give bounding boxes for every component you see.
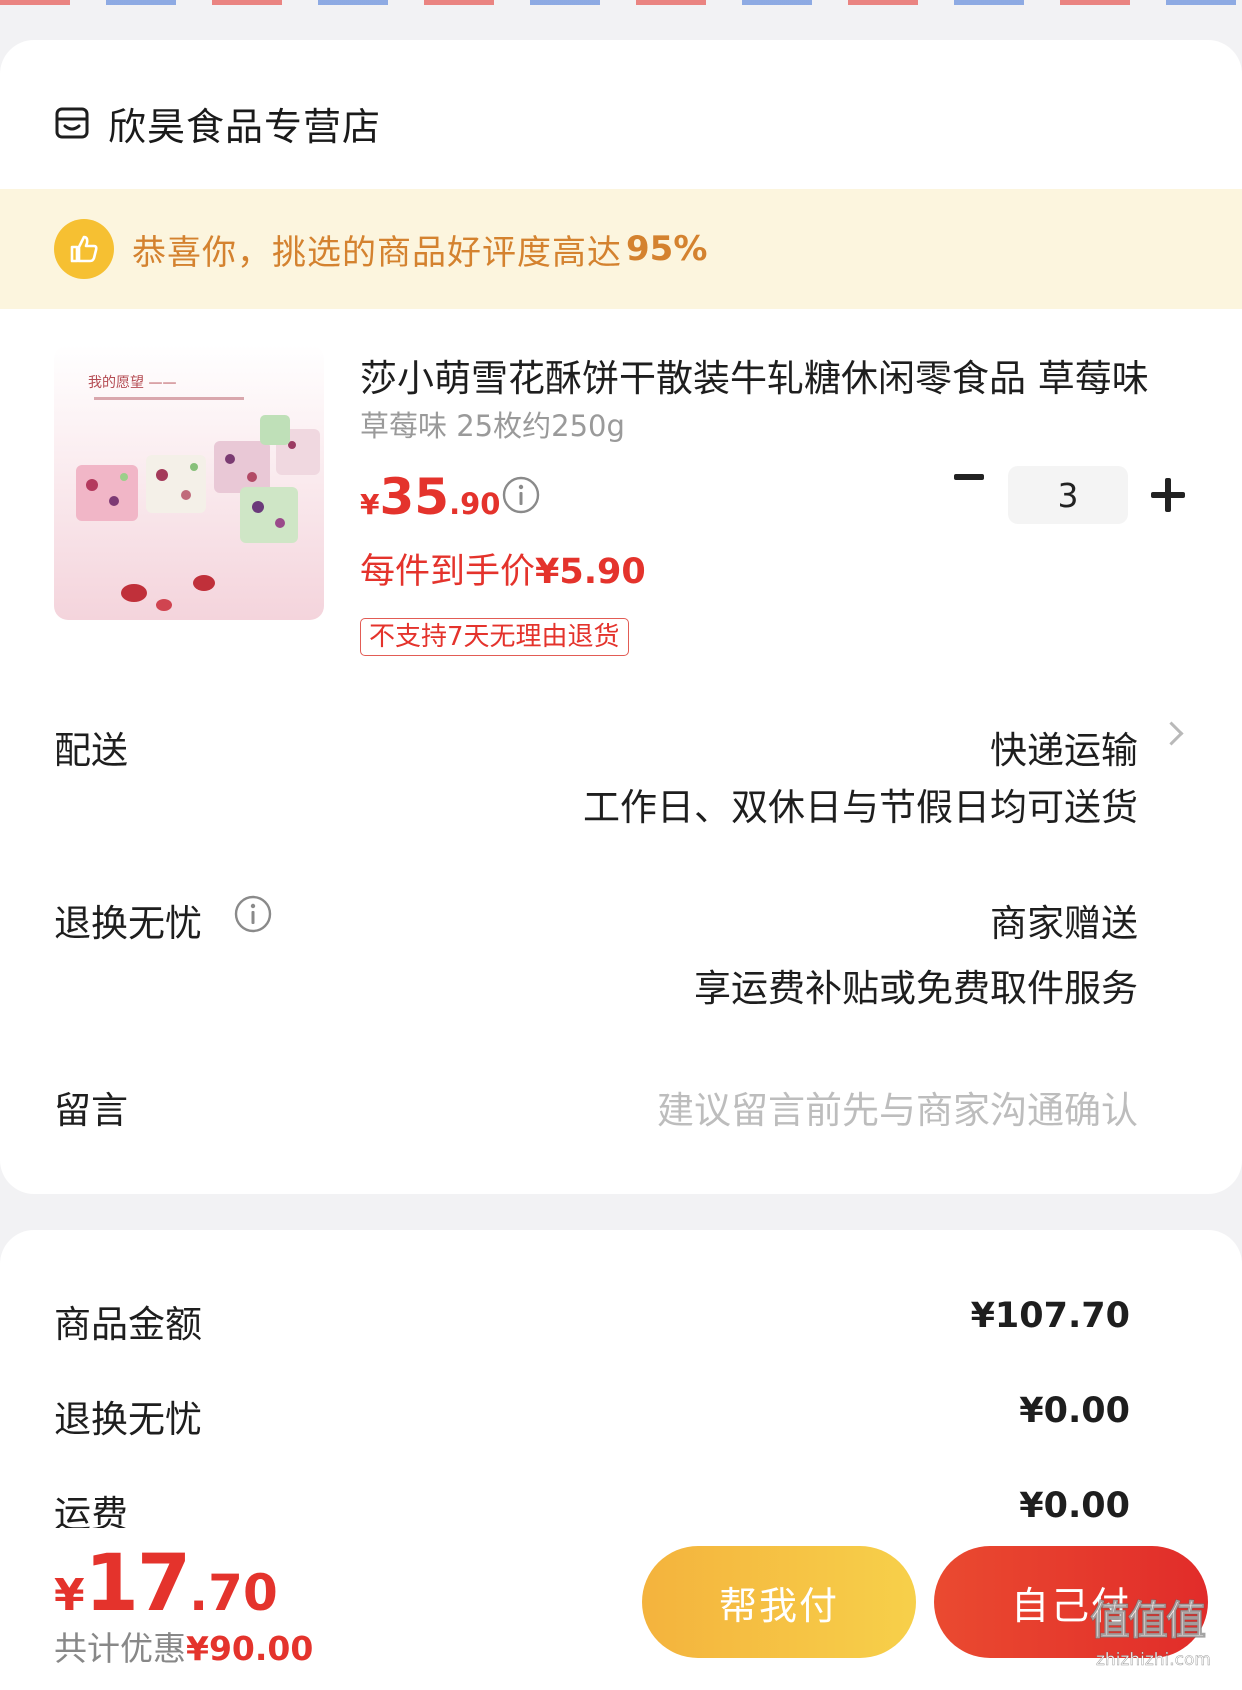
- watermark-url: zhizhizhi.com: [1096, 1650, 1211, 1671]
- total-integer: 17: [84, 1539, 192, 1629]
- summary-value-return: ¥0.00: [1019, 1391, 1130, 1431]
- delivery-method[interactable]: 快递运输: [990, 720, 1138, 774]
- product-spec[interactable]: 草莓味 25枚约250g: [360, 403, 625, 445]
- no-return-tag: 不支持7天无理由退货: [360, 618, 629, 656]
- envelope-stripe: [0, 0, 1242, 5]
- price-info-icon[interactable]: [502, 476, 540, 514]
- total-price: ¥ 17 .70: [54, 1539, 278, 1629]
- return-detail: 享运费补贴或免费取件服务: [694, 967, 1138, 1010]
- product-title[interactable]: 莎小萌雪花酥饼干散装牛轧糖休闲零食品 草莓味: [360, 348, 1170, 402]
- return-value: 商家赠送: [990, 902, 1138, 945]
- thumbs-up-icon: [54, 219, 114, 279]
- saving-label: 共计优惠: [54, 1629, 186, 1668]
- total-saving: 共计优惠¥90.00: [54, 1622, 313, 1670]
- store-header[interactable]: 欣昊食品专营店: [54, 88, 381, 158]
- saving-value: ¥90.00: [186, 1629, 314, 1668]
- quantity-input[interactable]: 3: [1008, 466, 1128, 524]
- rating-banner: 恭喜你，挑选的商品好评度高达 95%: [0, 189, 1242, 309]
- return-label: 退换无忧: [54, 902, 202, 945]
- message-label: 留言: [54, 1089, 128, 1132]
- summary-value-shipping: ¥0.00: [1019, 1486, 1130, 1526]
- product-image[interactable]: 我的愿望 ——: [54, 345, 324, 620]
- summary-value-goods: ¥107.70: [970, 1296, 1130, 1336]
- watermark-logo: 值值值 zhizhizhi.com: [1090, 1588, 1238, 1676]
- watermark-text: 值值值: [1090, 1598, 1207, 1645]
- banner-percent: 95%: [626, 229, 708, 269]
- delivery-label: 配送: [54, 729, 128, 772]
- svg-text:我的愿望 ——: 我的愿望 ——: [88, 375, 176, 391]
- product-price: ¥ 35 .90: [360, 468, 500, 526]
- price-decimal: .90: [449, 487, 501, 521]
- summary-label-return: 退换无忧: [54, 1398, 202, 1441]
- store-name: 欣昊食品专营店: [108, 104, 382, 149]
- total-decimal: .70: [189, 1564, 278, 1622]
- delivery-detail: 工作日、双休日与节假日均可送货: [583, 786, 1138, 829]
- plus-icon[interactable]: [1151, 478, 1185, 512]
- return-info-icon[interactable]: [234, 895, 272, 933]
- summary-label-goods: 商品金额: [54, 1303, 202, 1346]
- message-input[interactable]: 建议留言前先与商家沟通确认: [657, 1080, 1138, 1134]
- help-pay-button[interactable]: 帮我付: [642, 1546, 916, 1658]
- unit-price-label: 每件到手价: [360, 552, 536, 592]
- price-currency: ¥: [360, 488, 380, 521]
- minus-icon[interactable]: [954, 474, 984, 480]
- price-integer: 35: [379, 468, 450, 526]
- store-icon: [55, 107, 89, 139]
- unit-price-value: ¥5.90: [535, 552, 646, 592]
- banner-text: 恭喜你，挑选的商品好评度高达: [132, 232, 622, 273]
- unit-price: 每件到手价¥5.90: [360, 543, 646, 594]
- total-currency: ¥: [54, 1570, 85, 1621]
